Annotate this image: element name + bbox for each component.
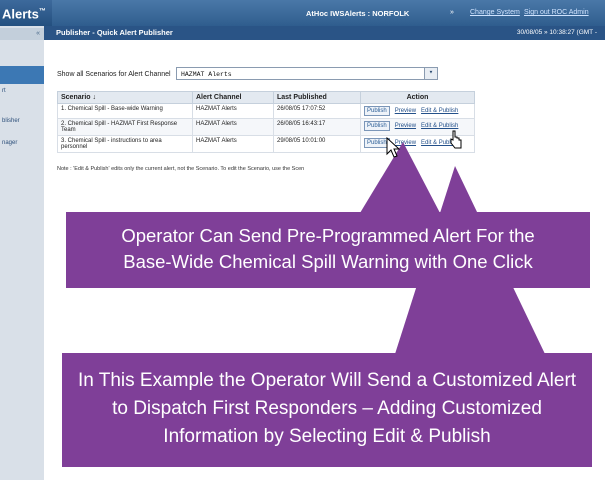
callout-two-line-1: In This Example the Operator Will Send a…	[77, 370, 577, 391]
trademark-mark: ™	[38, 8, 46, 15]
app-logo: Alerts™	[0, 0, 52, 26]
callout-two-line-2: to Dispatch First Responders – Adding Cu…	[112, 398, 542, 419]
callout-one-line-1: Operator Can Send Pre-Programmed Alert F…	[121, 225, 535, 246]
callout-one-line-2: Base-Wide Chemical Spill Warning with On…	[123, 251, 533, 272]
callout-edit-and-publish: In This Example the Operator Will Send a…	[62, 353, 592, 467]
brand-name: Alerts	[2, 6, 39, 22]
callout-two-line-3: Information by Selecting Edit & Publish	[163, 426, 491, 447]
callout-one-click-publish: Operator Can Send Pre-Programmed Alert F…	[66, 212, 590, 288]
screenshot-stage: « rt blisher nager Alerts™ AtHoc IWSAler…	[0, 0, 605, 480]
mouse-cursor-icon	[386, 137, 401, 158]
hand-cursor-icon	[450, 130, 462, 149]
